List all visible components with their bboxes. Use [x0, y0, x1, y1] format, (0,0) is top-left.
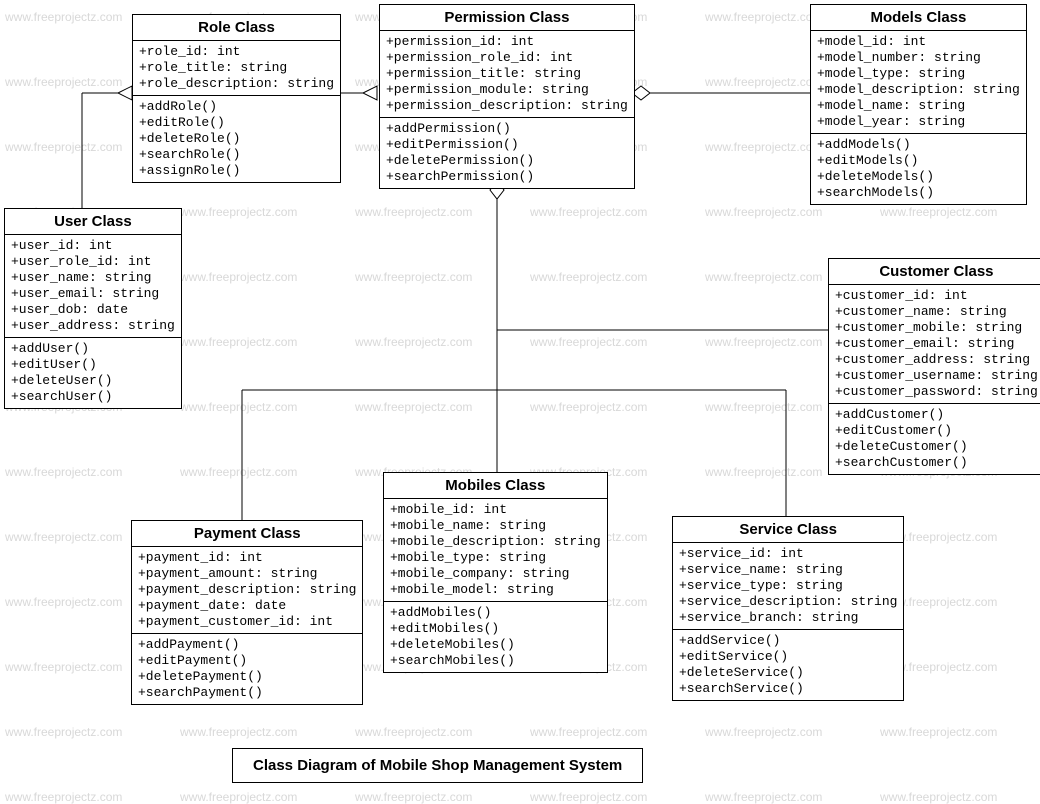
watermark-text: www.freeprojectz.com: [705, 140, 822, 154]
watermark-text: www.freeprojectz.com: [180, 205, 297, 219]
watermark-text: www.freeprojectz.com: [880, 205, 997, 219]
class-attrs-payment: +payment_id: int+payment_amount: string+…: [132, 547, 362, 634]
watermark-text: www.freeprojectz.com: [355, 205, 472, 219]
class-methods-customer: +addCustomer()+editCustomer()+deleteCust…: [829, 404, 1040, 474]
class-title-models: Models Class: [811, 5, 1026, 31]
class-title-customer: Customer Class: [829, 259, 1040, 285]
diagram-title: Class Diagram of Mobile Shop Management …: [232, 748, 643, 783]
watermark-text: www.freeprojectz.com: [180, 725, 297, 739]
watermark-text: www.freeprojectz.com: [705, 790, 822, 804]
class-title-mobiles: Mobiles Class: [384, 473, 607, 499]
class-role: Role Class +role_id: int+role_title: str…: [132, 14, 341, 183]
watermark-text: www.freeprojectz.com: [355, 335, 472, 349]
class-user: User Class +user_id: int+user_role_id: i…: [4, 208, 182, 409]
class-attrs-service: +service_id: int+service_name: string+se…: [673, 543, 903, 630]
watermark-text: www.freeprojectz.com: [180, 790, 297, 804]
watermark-text: www.freeprojectz.com: [5, 790, 122, 804]
class-attrs-customer: +customer_id: int+customer_name: string+…: [829, 285, 1040, 404]
class-methods-role: +addRole()+editRole()+deleteRole()+searc…: [133, 96, 340, 182]
watermark-text: www.freeprojectz.com: [5, 465, 122, 479]
watermark-text: www.freeprojectz.com: [5, 530, 122, 544]
class-methods-mobiles: +addMobiles()+editMobiles()+deleteMobile…: [384, 602, 607, 672]
watermark-text: www.freeprojectz.com: [705, 400, 822, 414]
class-mobiles: Mobiles Class +mobile_id: int+mobile_nam…: [383, 472, 608, 673]
watermark-text: www.freeprojectz.com: [5, 75, 122, 89]
watermark-text: www.freeprojectz.com: [530, 725, 647, 739]
class-service: Service Class +service_id: int+service_n…: [672, 516, 904, 701]
watermark-text: www.freeprojectz.com: [180, 465, 297, 479]
watermark-text: www.freeprojectz.com: [180, 400, 297, 414]
class-methods-payment: +addPayment()+editPayment()+deletePaymen…: [132, 634, 362, 704]
watermark-text: www.freeprojectz.com: [880, 790, 997, 804]
watermark-text: www.freeprojectz.com: [355, 400, 472, 414]
class-models: Models Class +model_id: int+model_number…: [810, 4, 1027, 205]
watermark-text: www.freeprojectz.com: [355, 790, 472, 804]
watermark-text: www.freeprojectz.com: [355, 270, 472, 284]
watermark-text: www.freeprojectz.com: [705, 465, 822, 479]
watermark-text: www.freeprojectz.com: [705, 205, 822, 219]
class-methods-user: +addUser()+editUser()+deleteUser()+searc…: [5, 338, 181, 408]
class-attrs-mobiles: +mobile_id: int+mobile_name: string+mobi…: [384, 499, 607, 602]
watermark-text: www.freeprojectz.com: [180, 270, 297, 284]
class-permission: Permission Class +permission_id: int+per…: [379, 4, 635, 189]
class-title-service: Service Class: [673, 517, 903, 543]
class-customer: Customer Class +customer_id: int+custome…: [828, 258, 1040, 475]
class-methods-service: +addService()+editService()+deleteServic…: [673, 630, 903, 700]
watermark-text: www.freeprojectz.com: [530, 270, 647, 284]
watermark-text: www.freeprojectz.com: [5, 140, 122, 154]
class-attrs-permission: +permission_id: int+permission_role_id: …: [380, 31, 634, 118]
watermark-text: www.freeprojectz.com: [530, 205, 647, 219]
watermark-text: www.freeprojectz.com: [355, 725, 472, 739]
watermark-text: www.freeprojectz.com: [705, 270, 822, 284]
class-methods-models: +addModels()+editModels()+deleteModels()…: [811, 134, 1026, 204]
watermark-text: www.freeprojectz.com: [705, 335, 822, 349]
class-title-permission: Permission Class: [380, 5, 634, 31]
class-payment: Payment Class +payment_id: int+payment_a…: [131, 520, 363, 705]
class-attrs-user: +user_id: int+user_role_id: int+user_nam…: [5, 235, 181, 338]
class-methods-permission: +addPermission()+editPermission()+delete…: [380, 118, 634, 188]
watermark-text: www.freeprojectz.com: [705, 725, 822, 739]
class-title-role: Role Class: [133, 15, 340, 41]
watermark-text: www.freeprojectz.com: [5, 10, 122, 24]
watermark-text: www.freeprojectz.com: [5, 595, 122, 609]
watermark-text: www.freeprojectz.com: [705, 75, 822, 89]
watermark-text: www.freeprojectz.com: [5, 725, 122, 739]
class-title-payment: Payment Class: [132, 521, 362, 547]
watermark-text: www.freeprojectz.com: [530, 400, 647, 414]
watermark-text: www.freeprojectz.com: [705, 10, 822, 24]
watermark-text: www.freeprojectz.com: [530, 335, 647, 349]
class-attrs-role: +role_id: int+role_title: string+role_de…: [133, 41, 340, 96]
class-attrs-models: +model_id: int+model_number: string+mode…: [811, 31, 1026, 134]
watermark-text: www.freeprojectz.com: [880, 725, 997, 739]
watermark-text: www.freeprojectz.com: [530, 790, 647, 804]
class-title-user: User Class: [5, 209, 181, 235]
watermark-text: www.freeprojectz.com: [180, 335, 297, 349]
watermark-text: www.freeprojectz.com: [5, 660, 122, 674]
